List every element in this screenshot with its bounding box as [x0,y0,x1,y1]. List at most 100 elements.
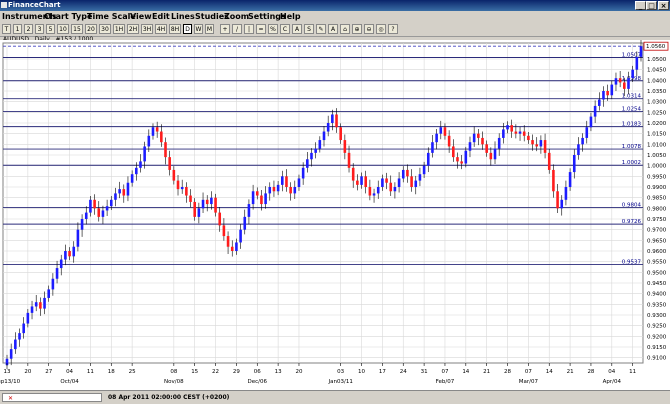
y-tick-label: 0.9550 [647,260,667,266]
maximize-button[interactable]: □ [646,1,657,10]
timeframe-button-20[interactable]: 20 [85,24,97,34]
y-tick-label: 1.0000 [647,164,667,170]
candle-up [435,133,438,143]
candle-down [222,225,226,237]
timeframe-button-1[interactable]: 1 [13,24,22,34]
timeframe-button-8h[interactable]: 8H [169,24,181,34]
candle-up [568,172,572,187]
tool-button-8[interactable]: ✎ [316,24,326,34]
menu-edit[interactable]: Edit [152,11,170,23]
menu-bar: Instruments Chart Type Time Scale View E… [0,11,670,23]
tool-button-10[interactable]: ⌂ [340,24,350,34]
menu-chart-type[interactable]: Chart Type [44,11,92,23]
candle-up [306,159,309,168]
menu-help[interactable]: Help [280,11,301,23]
candle-down [193,201,196,217]
candle-up [381,178,384,187]
level-label: 0.9804 [622,202,642,208]
x-tick-label: 14 [462,369,469,375]
candle-down [172,169,176,181]
level-label: 1.0254 [622,106,642,112]
menu-view[interactable]: View [130,11,152,23]
candle-up [89,199,92,213]
y-tick-label: 0.9750 [647,217,667,223]
candle-up [360,176,363,185]
tool-button-6[interactable]: A [292,24,302,34]
timeframe-button-m[interactable]: M [205,24,214,34]
candle-up [297,178,301,187]
menu-lines[interactable]: Lines [171,11,195,23]
tool-button-0[interactable]: + [220,24,230,34]
timeframe-button-t[interactable]: T [2,24,11,34]
candle-up [109,199,113,207]
candle-up [602,91,605,100]
y-tick-label: 0.9900 [647,185,667,191]
candle-up [631,69,634,79]
candle-down [214,197,217,213]
price-chart[interactable]: 0.9100 0.9150 0.9200 0.9250 0.9300 0.9350 0.94… [0,40,670,390]
tool-button-9[interactable]: A [328,24,338,34]
candle-up [80,219,84,230]
timeframe-button-1h[interactable]: 1H [113,24,125,34]
minimize-button[interactable]: _ [635,1,646,10]
timeframe-button-10[interactable]: 10 [57,24,69,34]
candle-down [556,191,559,209]
timeframe-button-4h[interactable]: 4H [155,24,167,34]
x-tick-label: 20 [24,369,31,375]
tool-button-2[interactable]: | [244,24,254,34]
candle-up [268,187,272,194]
x-tick-label: 06 [254,369,261,375]
tool-button-7[interactable]: S [304,24,314,34]
tool-button-13[interactable]: ◎ [376,24,386,34]
tool-button-3[interactable]: = [256,24,266,34]
candle-up [9,349,13,359]
menu-time-scale[interactable]: Time Scale [87,11,136,23]
status-input[interactable]: ✕ [2,393,102,402]
x-tick-label: 24 [400,369,407,375]
candle-down [543,140,547,153]
x-tick-label: 03 [337,369,344,375]
month-label: Oct/04 [60,379,79,385]
timeframe-button-5[interactable]: 5 [46,24,55,34]
candle-up [539,140,543,147]
menu-zoom[interactable]: Zoom [224,11,249,23]
y-tick-label: 1.0400 [647,78,667,84]
candle-down [406,169,409,177]
candle-down [164,142,167,158]
close-icon[interactable]: ✕ [8,395,13,402]
y-tick-label: 0.9300 [647,313,667,319]
candle-up [464,150,468,164]
timeframe-button-d[interactable]: D [183,24,192,34]
x-tick-label: 31 [421,369,428,375]
tool-button-11[interactable]: ⊕ [352,24,362,34]
level-label: 1.0078 [622,144,642,150]
y-tick-label: 0.9100 [647,356,667,362]
month-label: Jan03/11 [328,379,353,385]
timeframe-button-w[interactable]: W [194,24,203,34]
timeframe-button-3h[interactable]: 3H [141,24,153,34]
candle-up [314,148,317,153]
timeframe-button-15[interactable]: 15 [71,24,83,34]
candle-up [51,278,55,290]
timeframe-button-3[interactable]: 3 [35,24,44,34]
candle-up [401,169,405,179]
candle-up [414,180,418,187]
tool-button-5[interactable]: C [280,24,290,34]
tool-button-4[interactable]: % [268,24,278,34]
tool-button-12[interactable]: ⊖ [364,24,374,34]
candle-up [560,199,564,209]
timeframe-button-30[interactable]: 30 [99,24,111,34]
timeframe-button-2h[interactable]: 2H [127,24,139,34]
x-tick-label: 13 [4,369,11,375]
close-button[interactable]: × [658,1,669,10]
x-tick-label: 21 [483,369,490,375]
month-label: Nov/08 [164,379,184,385]
tool-button-14[interactable]: ? [388,24,398,34]
timeframe-button-2[interactable]: 2 [24,24,33,34]
tool-button-1[interactable]: / [232,24,242,34]
candle-up [431,142,434,153]
y-tick-label: 0.9450 [647,281,667,287]
candle-down [535,144,539,147]
y-tick-label: 0.9500 [647,270,667,276]
candle-up [627,78,630,89]
